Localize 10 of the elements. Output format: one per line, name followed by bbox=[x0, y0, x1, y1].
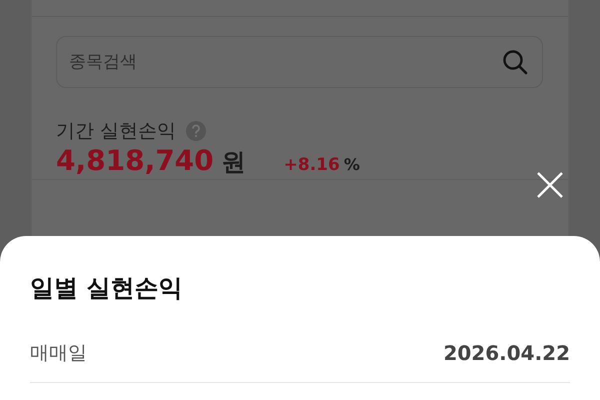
row-label: 매매일 bbox=[30, 341, 87, 366]
sheet-title: 일별 실현손익 bbox=[30, 273, 184, 304]
currency-unit: 원 bbox=[222, 147, 246, 178]
percent-unit: % bbox=[344, 155, 360, 174]
profit-rate: +8.16 bbox=[284, 155, 340, 175]
search-icon[interactable] bbox=[501, 48, 529, 76]
profit-amount: 4,818,740 bbox=[56, 144, 214, 177]
search-field[interactable]: 종목검색 bbox=[56, 36, 543, 88]
row-value: 2026.04.22 bbox=[443, 341, 570, 365]
period-profit-label: 기간 실현손익 bbox=[56, 119, 176, 144]
